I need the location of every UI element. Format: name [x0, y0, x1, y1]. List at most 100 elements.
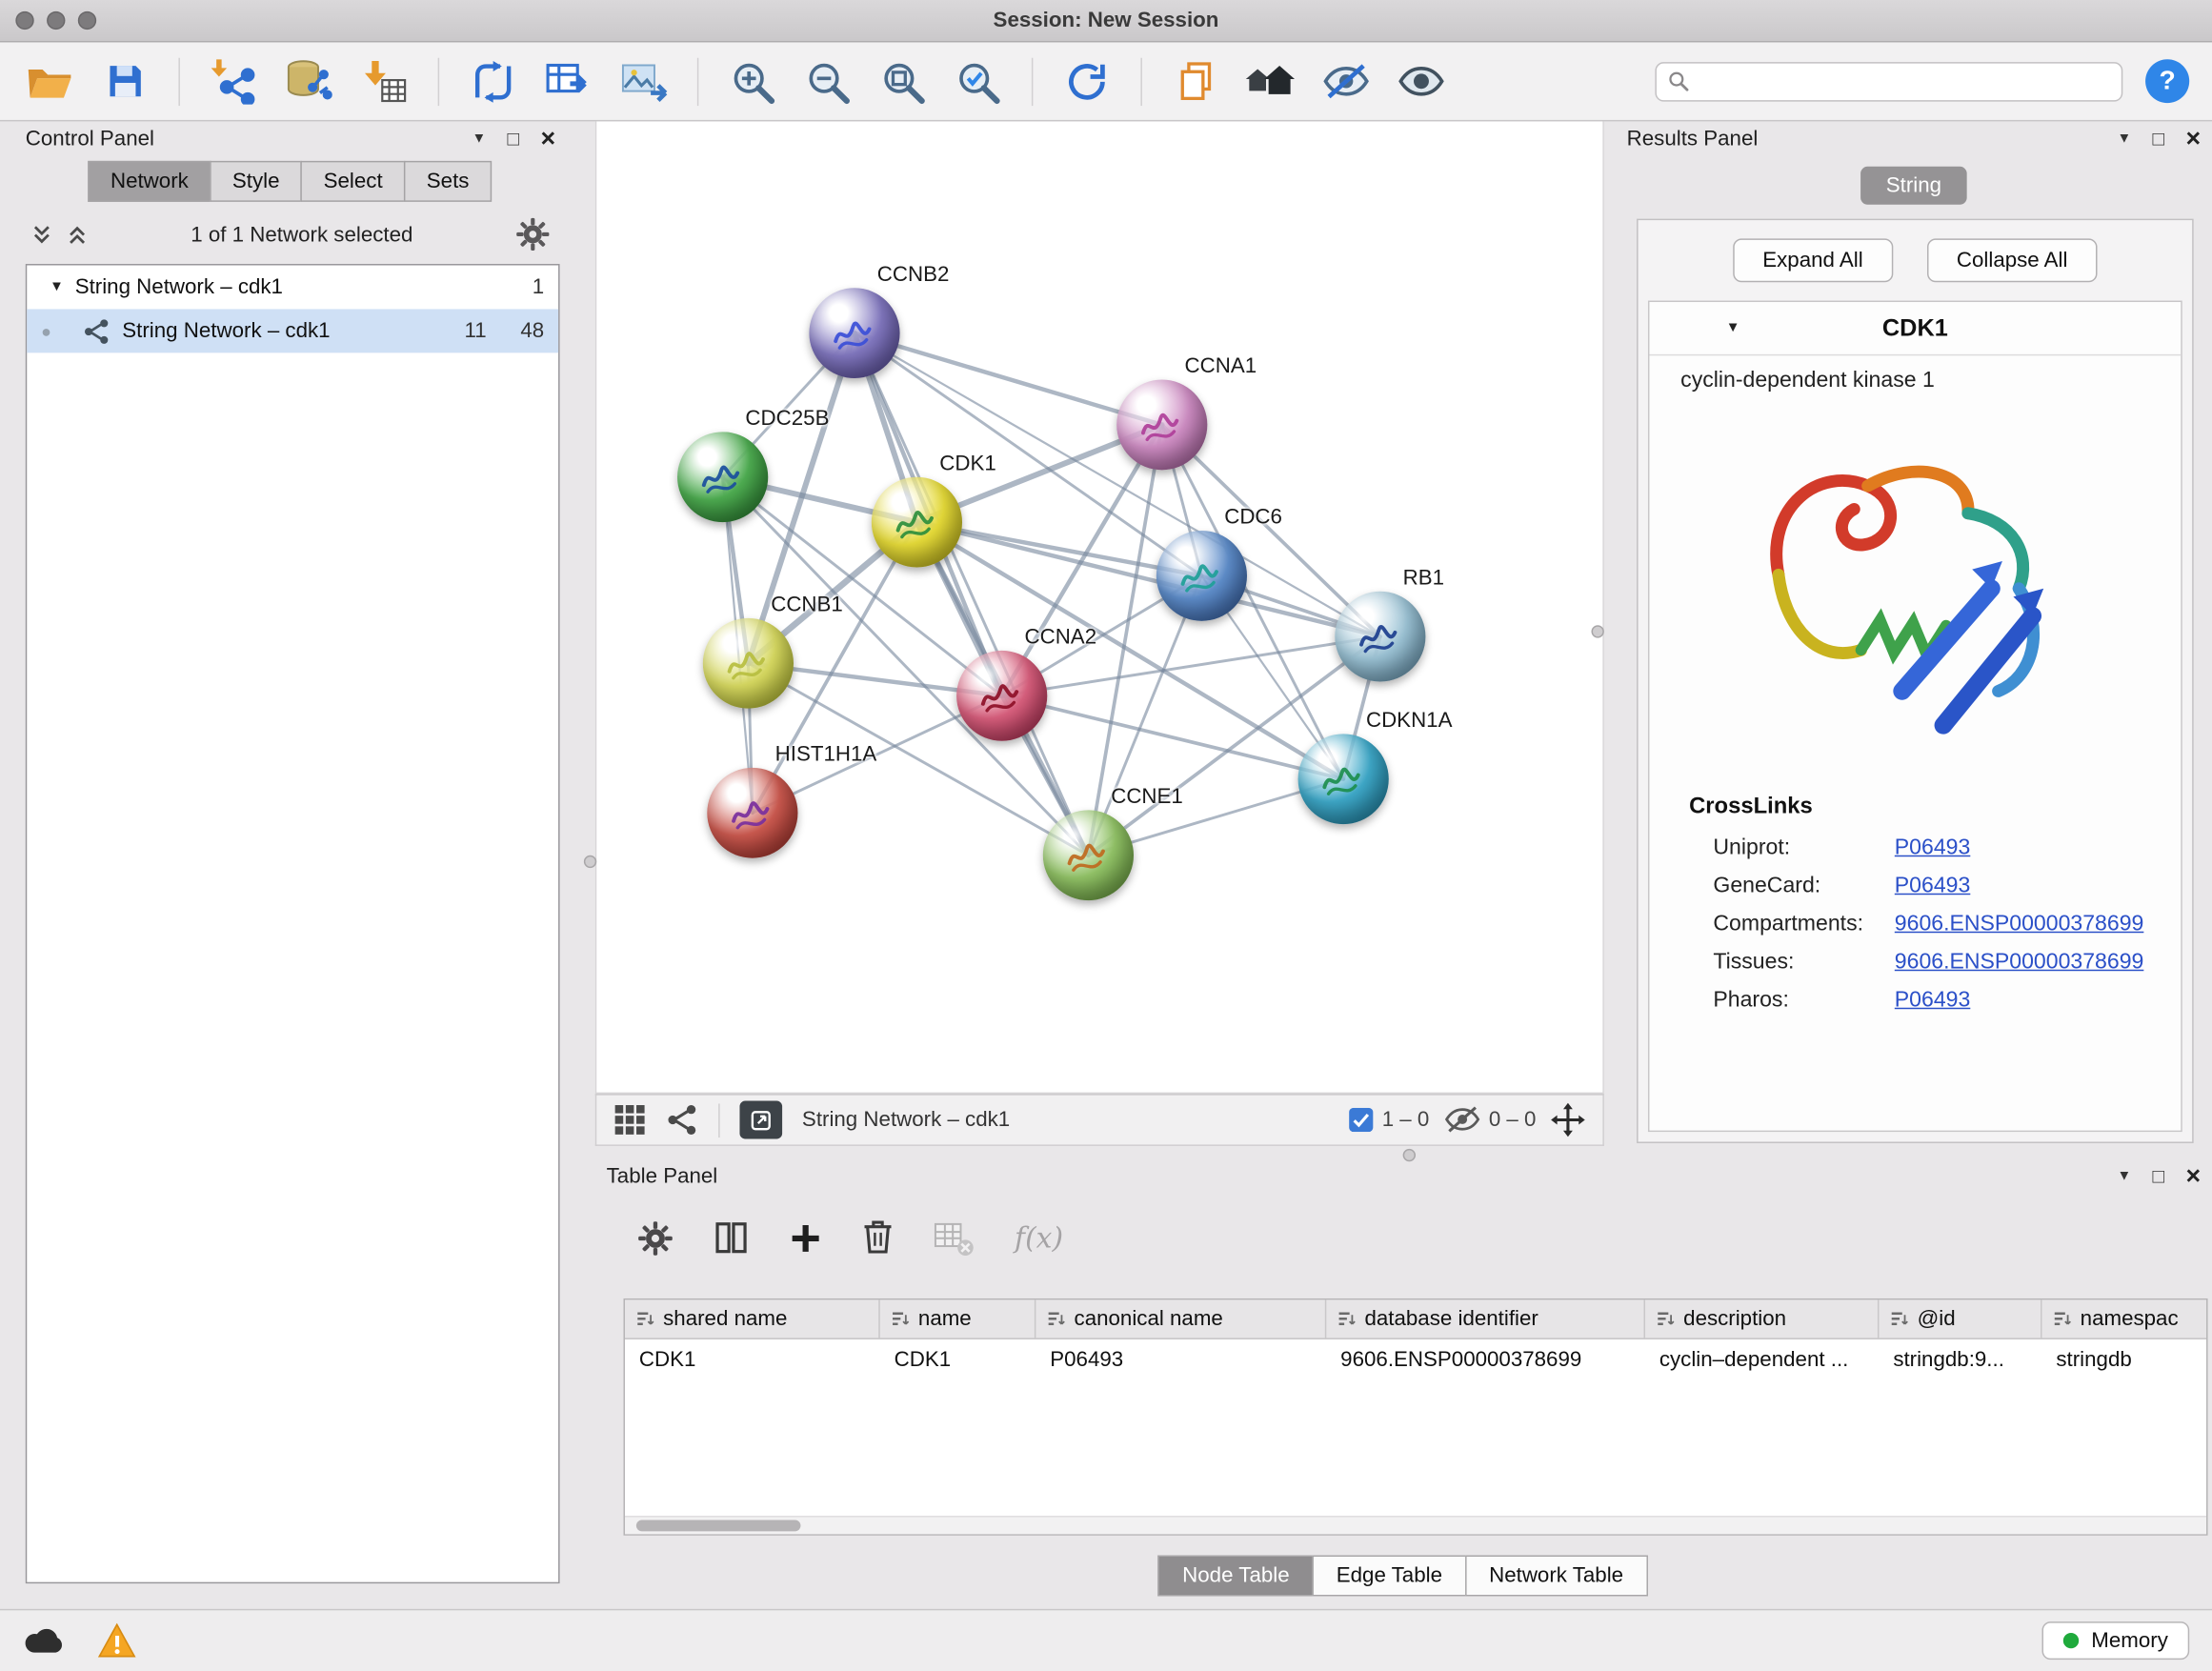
import-table-button[interactable] [357, 54, 412, 108]
network-from-selection-button[interactable] [466, 54, 520, 108]
zoom-out-button[interactable] [800, 54, 855, 108]
network-edge[interactable] [1002, 695, 1343, 778]
pan-crosshair-icon[interactable] [1550, 1102, 1585, 1137]
panel-menu-icon[interactable]: ▼ [2118, 1168, 2132, 1183]
column-header-label: shared name [663, 1307, 787, 1331]
expand-all-icon[interactable] [67, 222, 88, 246]
float-panel-icon[interactable]: □ [508, 127, 520, 150]
column-header-shared-name[interactable]: shared name [625, 1299, 880, 1338]
scrollbar-thumb[interactable] [636, 1520, 801, 1531]
selected-counts: 1 – 0 [1349, 1108, 1429, 1132]
network-edge[interactable] [855, 333, 1162, 425]
tab-edge-table[interactable]: Edge Table [1312, 1556, 1466, 1597]
network-node-cdc6[interactable] [1156, 531, 1247, 621]
import-network-database-button[interactable] [282, 54, 336, 108]
zoom-in-button[interactable] [726, 54, 780, 108]
search-field[interactable] [1655, 61, 2122, 100]
network-node-ccne1[interactable] [1043, 810, 1134, 900]
gene-expander-icon[interactable]: ▼ [1726, 320, 1740, 335]
network-item-row[interactable]: ● String Network – cdk1 11 48 [27, 309, 558, 352]
gear-icon[interactable] [515, 217, 550, 252]
tab-style[interactable]: Style [210, 161, 302, 202]
tab-sets[interactable]: Sets [404, 161, 492, 202]
zoom-selected-button[interactable] [951, 54, 1005, 108]
column-header-name[interactable]: name [880, 1299, 1036, 1338]
network-edge[interactable] [855, 333, 1088, 856]
float-panel-icon[interactable]: □ [2153, 1164, 2165, 1187]
close-panel-icon[interactable]: × [540, 126, 555, 151]
network-collection-row[interactable]: ▼ String Network – cdk1 1 [27, 266, 558, 310]
home-view-button[interactable] [1244, 54, 1298, 108]
bottom-splitter-handle[interactable] [1403, 1149, 1416, 1161]
network-view[interactable]: CCNB2CCNA1CDC25BCDK1CDC6RB1CCNB1CCNA2CDK… [595, 120, 1604, 1094]
table-settings-gear-icon[interactable] [637, 1220, 673, 1256]
minimize-window-button[interactable] [47, 11, 65, 30]
panel-menu-icon[interactable]: ▼ [473, 131, 487, 146]
grid-view-icon[interactable] [613, 1103, 646, 1136]
close-panel-icon[interactable]: × [2185, 126, 2201, 151]
add-column-plus-icon[interactable] [790, 1221, 822, 1254]
panel-menu-icon[interactable]: ▼ [2118, 131, 2132, 146]
node-table[interactable]: shared name namecanonical namedatabase id… [624, 1299, 2208, 1536]
network-node-ccna2[interactable] [956, 651, 1047, 741]
copy-document-button[interactable] [1169, 54, 1223, 108]
network-node-cdc25b[interactable] [677, 432, 768, 522]
network-node-ccnb2[interactable] [809, 288, 899, 378]
network-node-cdk1[interactable] [872, 477, 962, 568]
open-in-window-button[interactable] [739, 1101, 782, 1139]
crosslink-link[interactable]: 9606.ENSP00000378699 [1895, 949, 2144, 975]
open-session-button[interactable] [23, 54, 77, 108]
save-session-button[interactable] [98, 54, 152, 108]
export-image-button[interactable] [616, 54, 671, 108]
selected-checkbox-icon[interactable] [1349, 1108, 1373, 1132]
close-window-button[interactable] [15, 11, 33, 30]
tab-network-table[interactable]: Network Table [1465, 1556, 1648, 1597]
column-header--id[interactable]: @id [1879, 1299, 2041, 1338]
warning-icon[interactable] [98, 1623, 136, 1659]
tab-select[interactable]: Select [301, 161, 406, 202]
tab-node-table[interactable]: Node Table [1158, 1556, 1314, 1597]
zoom-fit-button[interactable] [875, 54, 930, 108]
import-network-file-button[interactable] [207, 54, 261, 108]
crosslink-row: Tissues:9606.ENSP00000378699 [1649, 943, 2181, 981]
network-node-ccnb1[interactable] [703, 618, 794, 709]
show-columns-icon[interactable] [713, 1219, 750, 1257]
column-header-canonical-name[interactable]: canonical name [1036, 1299, 1326, 1338]
table-row[interactable]: CDK1CDK1P064939606.ENSP00000378699cyclin… [625, 1339, 2206, 1379]
right-splitter-handle[interactable] [1591, 625, 1603, 637]
memory-button[interactable]: Memory [2041, 1621, 2189, 1660]
expand-all-button[interactable]: Expand All [1733, 238, 1893, 282]
show-all-button[interactable] [1395, 54, 1449, 108]
hide-selection-button[interactable] [1319, 54, 1374, 108]
horizontal-scrollbar[interactable] [625, 1516, 2206, 1534]
network-from-table-button[interactable] [541, 54, 595, 108]
help-button[interactable]: ? [2145, 59, 2189, 103]
crosslink-link[interactable]: 9606.ENSP00000378699 [1895, 911, 2144, 936]
network-node-hist1h1a[interactable] [707, 768, 797, 858]
column-header-database-identifier[interactable]: database identifier [1326, 1299, 1645, 1338]
refresh-button[interactable] [1060, 54, 1115, 108]
column-header-description[interactable]: description [1645, 1299, 1879, 1338]
column-header-namespac[interactable]: namespac [2042, 1299, 2208, 1338]
zoom-window-button[interactable] [78, 11, 96, 30]
tab-string[interactable]: String [1860, 167, 1967, 205]
float-panel-icon[interactable]: □ [2153, 127, 2165, 150]
network-node-ccna1[interactable] [1116, 380, 1207, 471]
tab-network[interactable]: Network [88, 161, 211, 202]
tree-expander-icon[interactable]: ▼ [50, 279, 64, 294]
network-node-rb1[interactable] [1335, 592, 1425, 682]
share-network-icon[interactable] [666, 1103, 698, 1136]
cloud-icon[interactable] [23, 1625, 67, 1657]
collapse-all-icon[interactable] [31, 222, 52, 246]
gene-card-header[interactable]: ▼ CDK1 [1649, 302, 2181, 355]
search-input[interactable] [1698, 70, 2110, 92]
close-panel-icon[interactable]: × [2185, 1163, 2201, 1189]
delete-trash-icon[interactable] [861, 1220, 894, 1256]
left-splitter-handle[interactable] [584, 856, 596, 868]
network-node-cdkn1a[interactable] [1298, 734, 1389, 824]
crosslink-link[interactable]: P06493 [1895, 873, 1971, 898]
crosslink-link[interactable]: P06493 [1895, 987, 1971, 1013]
crosslink-label: Tissues: [1713, 949, 1894, 975]
collapse-all-button[interactable]: Collapse All [1927, 238, 2098, 282]
crosslink-link[interactable]: P06493 [1895, 835, 1971, 860]
